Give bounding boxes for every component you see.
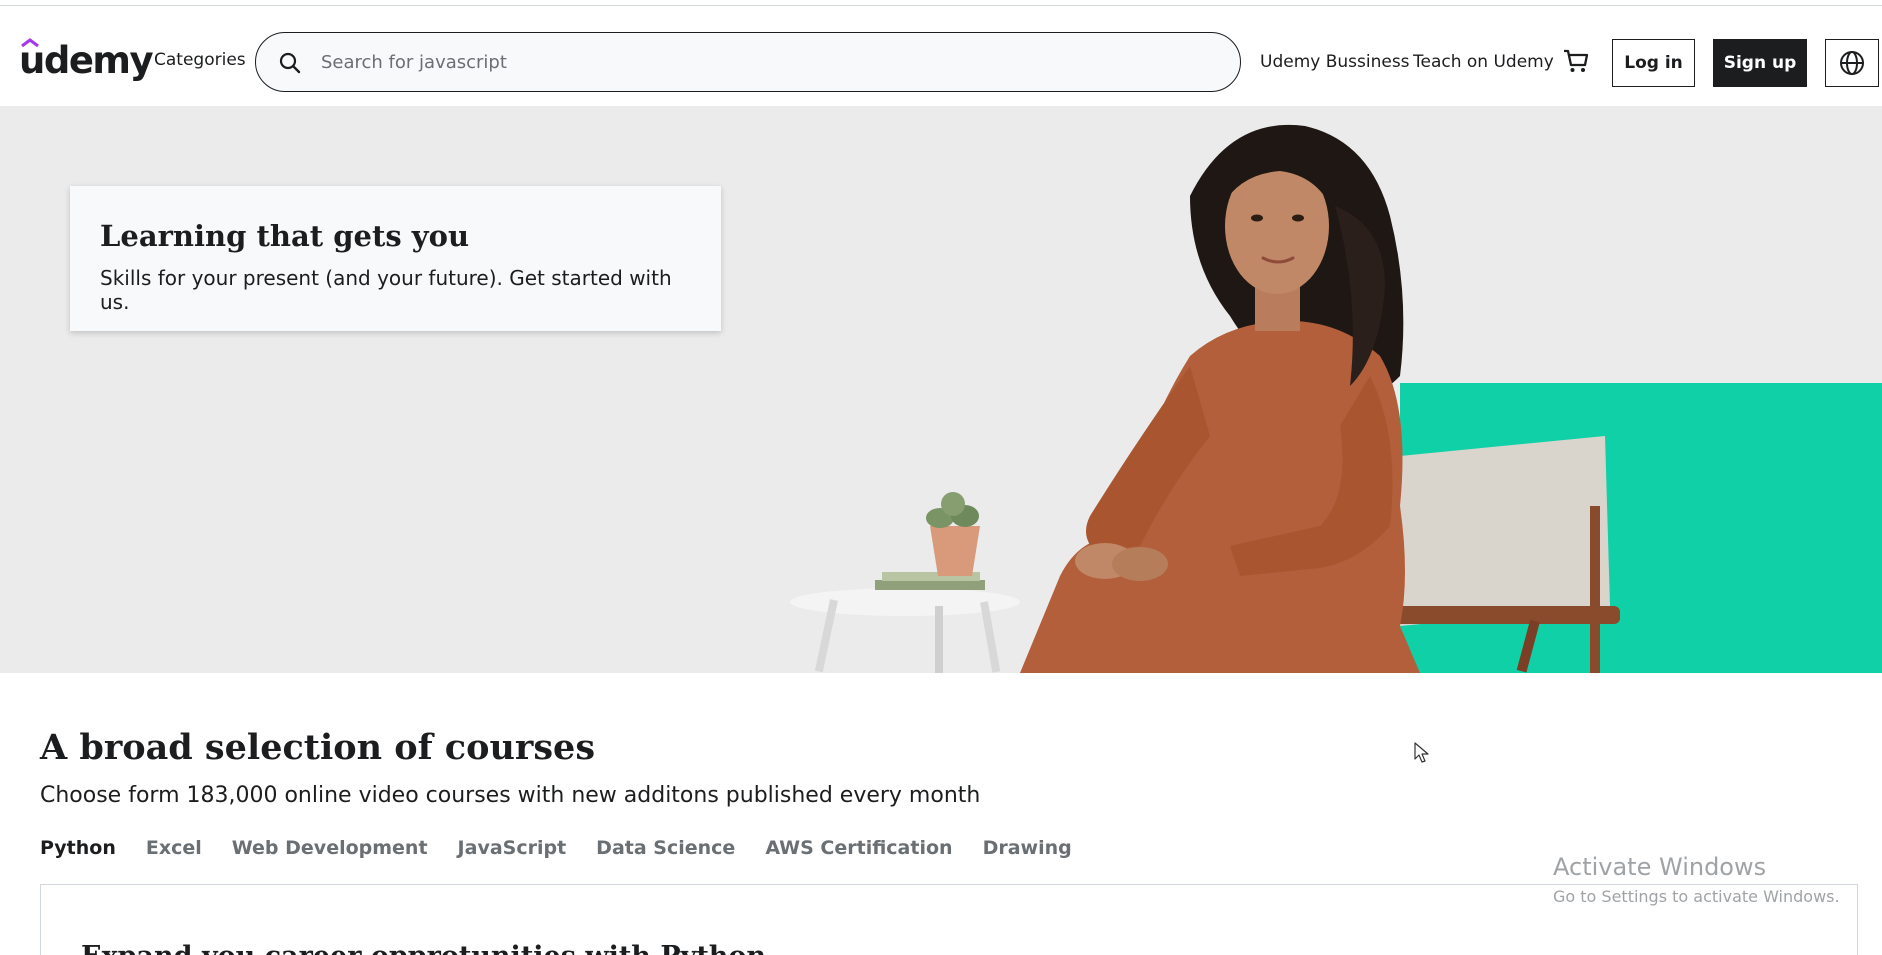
watermark-subtitle: Go to Settings to activate Windows. <box>1553 887 1840 906</box>
courses-subtitle: Choose form 183,000 online video courses… <box>40 783 981 808</box>
udemy-logo[interactable]: udemy <box>19 36 154 86</box>
search-input[interactable] <box>321 43 1201 81</box>
course-category-tabs: Python Excel Web Development JavaScript … <box>40 837 1072 867</box>
tab-aws-certification[interactable]: AWS Certification <box>765 837 952 867</box>
teach-on-udemy-link[interactable]: Teach on Udemy <box>1413 52 1554 72</box>
watermark-title: Activate Windows <box>1553 853 1767 881</box>
hero-subtitle: Skills for your present (and your future… <box>100 266 672 314</box>
course-panel-title: Expand you career opprotunities with Pyt… <box>81 941 766 955</box>
cart-icon[interactable] <box>1561 46 1591 76</box>
tab-python[interactable]: Python <box>40 837 116 867</box>
signup-button[interactable]: Sign up <box>1713 39 1807 87</box>
globe-icon <box>1840 51 1864 75</box>
tab-javascript[interactable]: JavaScript <box>458 837 567 867</box>
udemy-business-link[interactable]: Udemy Bussiness <box>1260 52 1410 72</box>
logo-hat-icon <box>21 38 39 48</box>
windows-activation-watermark: Activate Windows Go to Settings to activ… <box>1553 853 1840 906</box>
search-bar[interactable] <box>255 32 1241 92</box>
categories-menu[interactable]: Categories <box>154 50 246 70</box>
courses-title: A broad selection of courses <box>40 727 596 768</box>
tab-excel[interactable]: Excel <box>146 837 202 867</box>
site-header: udemy Categories Udemy Bussiness Teach o… <box>0 6 1882 106</box>
cursor-icon <box>1414 742 1429 763</box>
tab-drawing[interactable]: Drawing <box>983 837 1072 867</box>
hero-banner: Learning that gets you Skills for your p… <box>0 106 1882 673</box>
login-button[interactable]: Log in <box>1612 39 1695 87</box>
language-button[interactable] <box>1825 39 1879 87</box>
search-icon[interactable] <box>278 51 302 75</box>
tab-web-development[interactable]: Web Development <box>232 837 428 867</box>
hero-card: Learning that gets you Skills for your p… <box>70 186 721 331</box>
hero-woman-image <box>790 124 1620 673</box>
hero-title: Learning that gets you <box>100 219 470 253</box>
tab-data-science[interactable]: Data Science <box>596 837 735 867</box>
